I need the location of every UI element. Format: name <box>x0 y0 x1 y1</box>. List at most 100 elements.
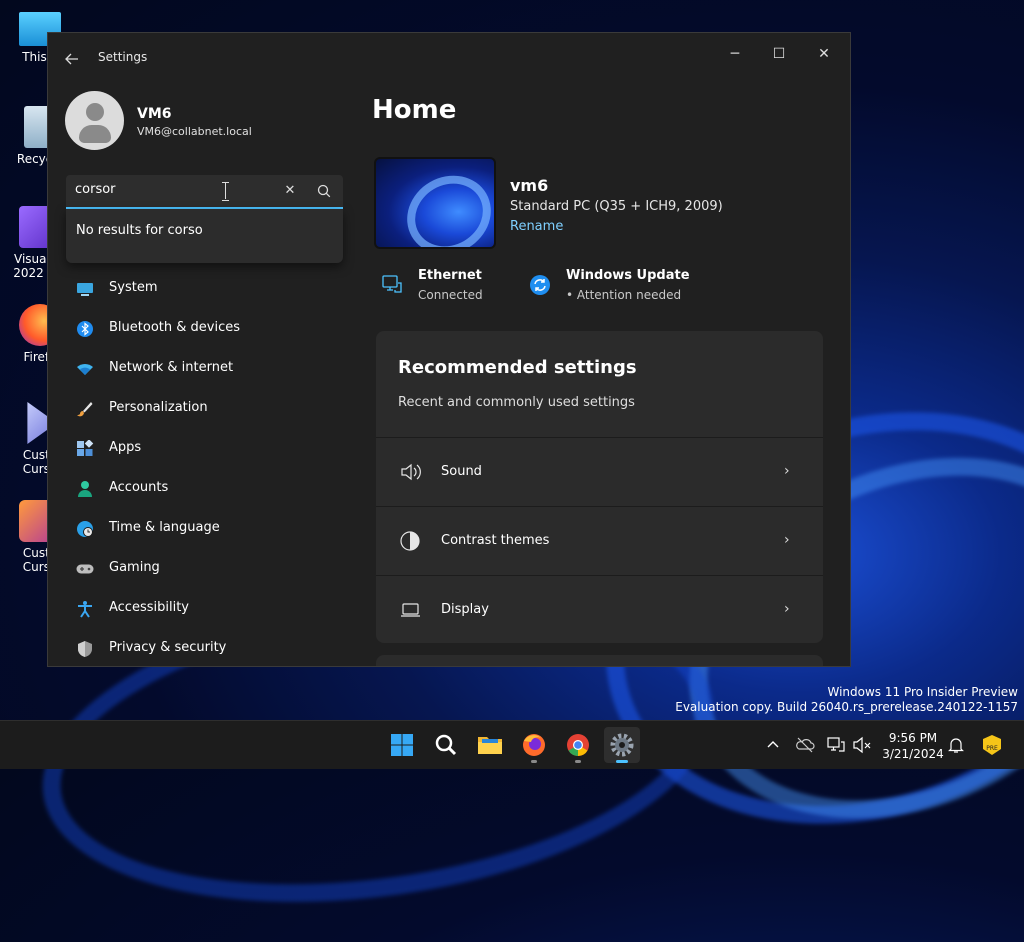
recommended-row-contrast-themes[interactable]: Contrast themes › <box>376 506 823 575</box>
window-title: Settings <box>98 50 148 64</box>
page-title: Home <box>372 95 457 125</box>
recommended-settings-card: Recommended settings Recent and commonly… <box>376 331 823 643</box>
clear-search-button[interactable]: ✕ <box>280 181 300 201</box>
next-card <box>376 655 823 666</box>
user-name: VM6 <box>137 106 172 122</box>
user-email: VM6@collabnet.local <box>137 125 252 138</box>
monitor-icon <box>77 283 93 296</box>
sidebar-item-label: Gaming <box>109 560 160 575</box>
brush-icon <box>77 402 93 417</box>
sidebar-nav: System Bluetooth & devices Network & int… <box>66 269 350 666</box>
laptop-icon <box>401 603 420 617</box>
chevron-right-icon: › <box>784 463 790 479</box>
sidebar-item-time-language[interactable]: Time & language <box>66 509 350 549</box>
search-button[interactable] <box>314 181 334 201</box>
ethernet-icon <box>382 275 402 293</box>
gamepad-icon <box>76 564 94 574</box>
sidebar-item-label: System <box>109 280 158 295</box>
sidebar-item-gaming[interactable]: Gaming <box>66 549 350 589</box>
text-cursor-icon <box>222 182 230 201</box>
sidebar-item-network[interactable]: Network & internet <box>66 349 350 389</box>
arrow-left-icon <box>65 53 78 65</box>
network-icon[interactable] <box>826 735 846 755</box>
sidebar-item-label: Network & internet <box>109 360 234 375</box>
person-icon <box>78 481 92 497</box>
title-bar[interactable]: Settings ─ ☐ ✕ <box>48 33 850 83</box>
network-status-title[interactable]: Ethernet <box>418 268 482 283</box>
back-button[interactable] <box>60 47 84 71</box>
search-input[interactable] <box>75 182 270 197</box>
recommended-row-sound[interactable]: Sound › <box>376 437 823 506</box>
onedrive-offline-icon[interactable] <box>795 735 815 755</box>
shield-icon <box>78 641 92 657</box>
search-icon <box>435 734 457 756</box>
close-button[interactable]: ✕ <box>802 39 846 69</box>
sidebar-item-label: Time & language <box>109 520 220 535</box>
accessibility-icon <box>78 601 92 618</box>
folder-icon <box>478 737 502 754</box>
taskbar-settings[interactable] <box>604 727 640 763</box>
recommended-title: Recommended settings <box>398 357 637 378</box>
globe-clock-icon <box>77 521 93 537</box>
svg-text:PRE: PRE <box>986 745 998 752</box>
update-status-title[interactable]: Windows Update <box>566 268 690 283</box>
taskbar-firefox[interactable] <box>516 727 552 763</box>
chevron-right-icon: › <box>784 601 790 617</box>
search-results-flyout: No results for corso <box>66 209 343 263</box>
sidebar-item-label: Apps <box>109 440 142 455</box>
sidebar-item-bluetooth[interactable]: Bluetooth & devices <box>66 309 350 349</box>
sidebar-item-label: Personalization <box>109 400 208 415</box>
chevron-up-icon[interactable] <box>763 735 783 755</box>
chrome-icon <box>567 734 589 756</box>
insider-pre-icon[interactable]: PRE <box>980 733 1004 757</box>
sidebar-item-personalization[interactable]: Personalization <box>66 389 350 429</box>
maximize-button[interactable]: ☐ <box>757 39 801 69</box>
no-results-message: No results for corso <box>76 223 203 238</box>
sidebar-item-label: Accounts <box>109 480 169 495</box>
recommended-subtitle: Recent and commonly used settings <box>398 395 635 410</box>
evaluation-watermark: Windows 11 Pro Insider Preview Evaluatio… <box>675 685 1018 714</box>
bell-icon[interactable] <box>946 735 966 755</box>
chevron-right-icon: › <box>784 532 790 548</box>
settings-window: Settings ─ ☐ ✕ VM6 VM6@collabnet.local ✕… <box>47 32 851 667</box>
minimize-button[interactable]: ─ <box>713 39 757 69</box>
start-button[interactable] <box>384 727 420 763</box>
firefox-icon <box>523 734 545 756</box>
network-status-sub: Connected <box>418 288 483 302</box>
avatar[interactable] <box>65 91 124 150</box>
recommended-row-label: Sound <box>441 464 482 479</box>
device-model: Standard PC (Q35 + ICH9, 2009) <box>510 199 723 214</box>
windows-update-icon <box>530 275 550 295</box>
device-wallpaper-thumbnail <box>374 157 496 249</box>
speaker-icon <box>401 463 421 481</box>
search-box[interactable]: ✕ <box>66 175 343 209</box>
gear-icon <box>610 733 634 757</box>
taskbar-file-explorer[interactable] <box>472 727 508 763</box>
sidebar-item-label: Accessibility <box>109 600 189 615</box>
sidebar-item-privacy-security[interactable]: Privacy & security <box>66 629 350 666</box>
windows-logo-icon <box>391 734 413 756</box>
search-icon <box>317 184 331 198</box>
clock-time: 9:56 PM <box>888 731 938 745</box>
wifi-icon <box>77 364 93 375</box>
contrast-icon <box>400 531 420 551</box>
bluetooth-icon <box>77 321 93 337</box>
apps-icon <box>77 440 94 456</box>
sidebar-item-system[interactable]: System <box>66 269 350 309</box>
sidebar-item-apps[interactable]: Apps <box>66 429 350 469</box>
recommended-row-display[interactable]: Display › <box>376 575 823 643</box>
update-status-sub: • Attention needed <box>566 288 682 302</box>
volume-muted-icon[interactable] <box>852 735 872 755</box>
recommended-row-label: Contrast themes <box>441 533 550 548</box>
recommended-row-label: Display <box>441 602 489 617</box>
sidebar-item-label: Privacy & security <box>109 640 227 655</box>
sidebar-item-accessibility[interactable]: Accessibility <box>66 589 350 629</box>
taskbar-chrome[interactable] <box>560 727 596 763</box>
clock-date: 3/21/2024 <box>882 747 944 761</box>
sidebar-item-label: Bluetooth & devices <box>109 320 240 335</box>
sidebar-item-accounts[interactable]: Accounts <box>66 469 350 509</box>
taskbar-clock[interactable]: 9:56 PM 3/21/2024 <box>878 730 948 762</box>
rename-link[interactable]: Rename <box>510 219 563 234</box>
device-name: vm6 <box>510 176 549 195</box>
taskbar-search-button[interactable] <box>428 727 464 763</box>
